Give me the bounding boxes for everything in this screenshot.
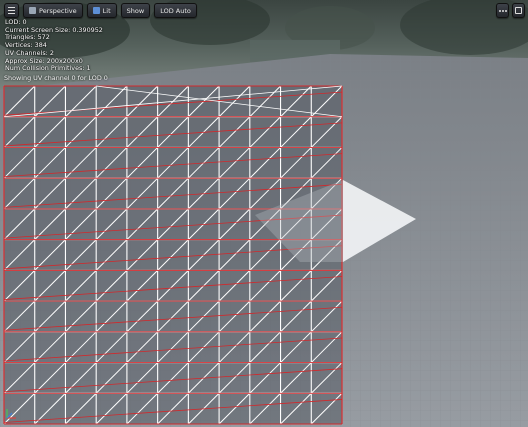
uv-channel-note: Showing UV channel 0 for LOD 0: [4, 74, 108, 82]
options-icon: [501, 9, 504, 12]
viewport-menu-button[interactable]: [4, 3, 19, 18]
viewport-toolbar: Perspective Lit Show LOD Auto: [4, 3, 197, 18]
show-label: Show: [126, 6, 145, 15]
uv-layout-overlay: [3, 85, 343, 425]
axis-gizmo-icon: [6, 409, 16, 419]
perspective-button[interactable]: Perspective: [23, 3, 83, 18]
lod-auto-button[interactable]: LOD Auto: [154, 3, 197, 18]
lit-label: Lit: [102, 6, 111, 15]
lod-auto-label: LOD Auto: [160, 6, 191, 15]
lit-button[interactable]: Lit: [86, 3, 117, 18]
perspective-label: Perspective: [39, 6, 77, 15]
maximize-button[interactable]: [512, 3, 525, 18]
lit-icon: [92, 7, 100, 14]
static-mesh-viewport[interactable]: Perspective Lit Show LOD Auto LOD: 0 Cur…: [0, 0, 528, 427]
stat-collision: Num Collision Primitives: 1: [5, 64, 91, 73]
mesh-stats-overlay: LOD: 0 Current Screen Size: 0.390952 Tri…: [5, 18, 103, 73]
perspective-cube-icon: [29, 7, 36, 14]
maximize-icon: [515, 7, 522, 14]
hamburger-menu-icon: [8, 7, 15, 14]
show-button[interactable]: Show: [120, 3, 151, 18]
viewport-options: [496, 3, 525, 18]
options-button[interactable]: [496, 3, 509, 18]
